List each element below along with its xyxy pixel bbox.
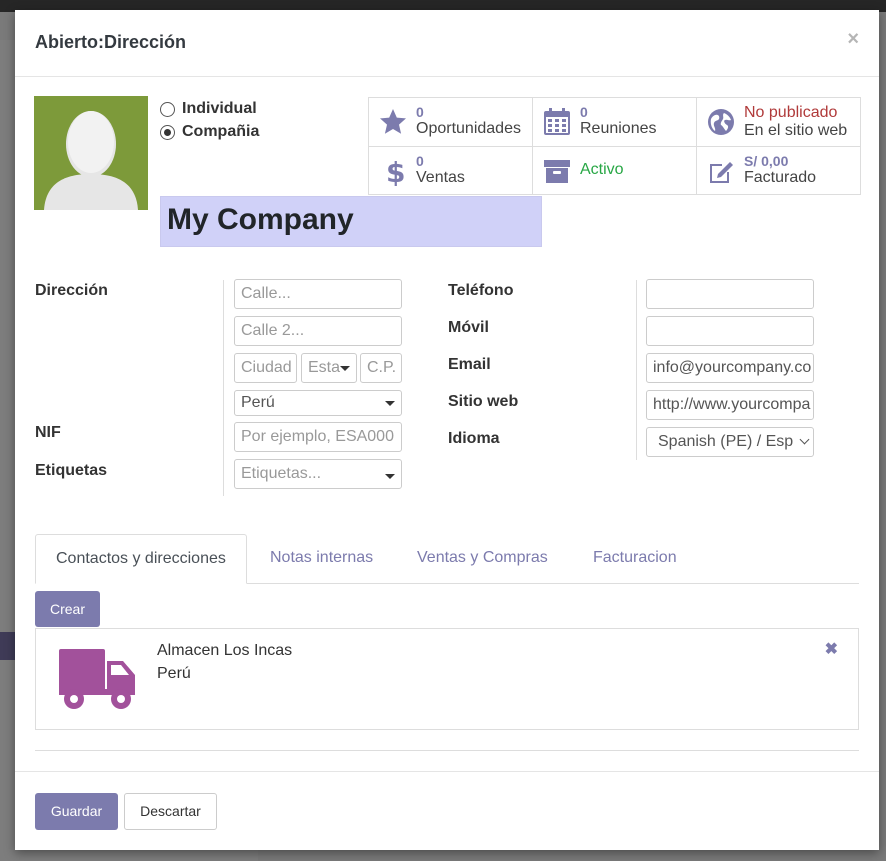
avatar[interactable] bbox=[34, 96, 148, 210]
website-input[interactable]: http://www.yourcompa bbox=[646, 390, 814, 420]
nif-label: NIF bbox=[35, 424, 61, 441]
tab-invoicing[interactable]: Facturacion bbox=[573, 534, 697, 584]
website-publish-button[interactable]: No publicado En el sitio web bbox=[697, 98, 860, 147]
radio-company-label: Compañia bbox=[182, 123, 260, 140]
address-label: Dirección bbox=[35, 282, 108, 299]
invoiced-amount: S/ 0,00 bbox=[744, 153, 789, 169]
email-label: Email bbox=[448, 356, 491, 373]
mobile-label: Móvil bbox=[448, 319, 489, 336]
sales-label: Ventas bbox=[416, 169, 465, 186]
meetings-count: 0 bbox=[580, 104, 588, 120]
street2-input[interactable]: Calle 2... bbox=[234, 316, 402, 346]
language-select[interactable]: Spanish (PE) / Esp bbox=[646, 427, 814, 457]
discard-button[interactable]: Descartar bbox=[124, 793, 217, 830]
radio-company[interactable]: Compañia bbox=[160, 123, 259, 141]
sales-count: 0 bbox=[416, 153, 424, 169]
modal-footer: Guardar Descartar bbox=[15, 771, 879, 850]
edit-icon bbox=[710, 162, 733, 183]
tab-internal-notes[interactable]: Notas internas bbox=[250, 534, 393, 584]
calendar-icon bbox=[544, 108, 570, 135]
chevron-down-icon bbox=[340, 366, 350, 371]
left-separator bbox=[223, 280, 224, 496]
tags-label: Etiquetas bbox=[35, 462, 108, 479]
radio-individual-circle[interactable] bbox=[160, 101, 175, 117]
opportunities-label: Oportunidades bbox=[416, 120, 521, 137]
contact-country: Perú bbox=[157, 665, 191, 682]
chevron-down-icon bbox=[385, 401, 395, 406]
tags-input-value: Etiquetas... bbox=[241, 465, 322, 482]
contact-name: Almacen Los Incas bbox=[157, 642, 293, 659]
website-label-field: Sitio web bbox=[448, 393, 519, 410]
invoiced-button[interactable]: S/ 0,00 Facturado bbox=[697, 147, 860, 195]
phone-label: Teléfono bbox=[448, 282, 514, 299]
avatar-placeholder-icon bbox=[34, 96, 148, 210]
website-status: No publicado bbox=[744, 104, 838, 121]
nif-input[interactable]: Por ejemplo, ESA000 bbox=[234, 422, 402, 452]
company-name-input[interactable]: My Company bbox=[160, 196, 542, 247]
notebook-tabs: Contactos y direcciones Notas internas V… bbox=[35, 534, 859, 584]
language-select-value: Spanish (PE) / Esp bbox=[658, 433, 794, 450]
active-toggle-button[interactable]: Activo bbox=[533, 147, 697, 195]
right-separator bbox=[636, 280, 637, 460]
state-select-value: Esta bbox=[308, 359, 341, 376]
radio-individual-label: Individual bbox=[182, 100, 257, 117]
country-select-value: Perú bbox=[241, 394, 275, 411]
language-label: Idioma bbox=[448, 430, 500, 447]
meetings-button[interactable]: 0 Reuniones bbox=[533, 98, 697, 147]
active-label: Activo bbox=[580, 161, 624, 178]
tab-sales-purchases[interactable]: Ventas y Compras bbox=[397, 534, 568, 584]
sales-button[interactable]: $ 0 Ventas bbox=[369, 147, 533, 195]
contact-card[interactable]: Almacen Los Incas Perú ✖ bbox=[35, 628, 859, 730]
invoiced-label: Facturado bbox=[744, 169, 817, 186]
opportunities-button[interactable]: 0 Oportunidades bbox=[369, 98, 533, 147]
email-input[interactable]: info@yourcompany.co bbox=[646, 353, 814, 383]
website-label: En el sitio web bbox=[744, 122, 848, 139]
truck-icon bbox=[59, 649, 135, 709]
save-button[interactable]: Guardar bbox=[35, 793, 118, 830]
globe-icon bbox=[708, 109, 734, 135]
radio-individual[interactable]: Individual bbox=[160, 100, 257, 118]
svg-text:$: $ bbox=[386, 156, 405, 186]
opportunities-count: 0 bbox=[416, 104, 424, 120]
tab-contacts[interactable]: Contactos y direcciones bbox=[35, 534, 247, 584]
radio-company-circle[interactable] bbox=[160, 124, 175, 140]
delete-contact-icon[interactable]: ✖ bbox=[825, 639, 838, 659]
state-select[interactable]: Esta bbox=[301, 353, 357, 383]
star-icon bbox=[380, 109, 406, 134]
chevron-down-icon bbox=[799, 434, 810, 445]
tags-input[interactable]: Etiquetas... bbox=[234, 459, 402, 489]
dollar-icon: $ bbox=[386, 156, 405, 186]
modal-title: Abierto:Dirección bbox=[35, 32, 187, 52]
meetings-label: Reuniones bbox=[580, 120, 657, 137]
background-highlight bbox=[0, 632, 16, 660]
divider bbox=[35, 750, 859, 751]
create-button[interactable]: Crear bbox=[35, 591, 100, 627]
smart-buttons: 0 Oportunidades 0 Reuniones No publicado… bbox=[368, 97, 861, 195]
archive-icon bbox=[544, 160, 570, 183]
city-input[interactable]: Ciudad bbox=[234, 353, 297, 383]
modal-header: Abierto:Dirección × bbox=[15, 10, 879, 77]
phone-input[interactable] bbox=[646, 279, 814, 309]
close-icon[interactable]: × bbox=[847, 28, 859, 51]
country-select[interactable]: Perú bbox=[234, 390, 402, 416]
street-input[interactable]: Calle... bbox=[234, 279, 402, 309]
chevron-down-icon bbox=[385, 474, 395, 479]
zip-input[interactable]: C.P. bbox=[360, 353, 402, 383]
mobile-input[interactable] bbox=[646, 316, 814, 346]
partner-dialog: Abierto:Dirección × Individual Compañia … bbox=[15, 10, 879, 850]
